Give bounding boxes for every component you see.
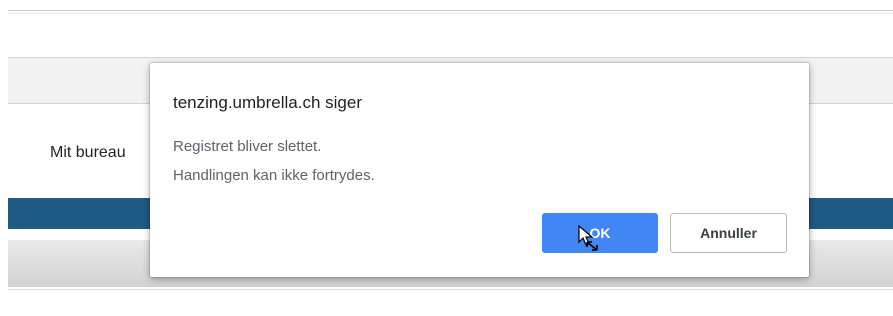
- top-divider: [8, 10, 893, 11]
- dialog-title: tenzing.umbrella.ch siger: [173, 93, 362, 112]
- confirm-dialog: tenzing.umbrella.ch siger Registret bliv…: [150, 63, 809, 277]
- bottom-divider: [8, 289, 893, 290]
- top-divider-secondary: [8, 13, 893, 14]
- dialog-message-line-1: Registret bliver slettet.: [173, 138, 322, 155]
- bureau-label: Mit bureau: [50, 144, 126, 161]
- ok-button[interactable]: OK: [542, 213, 658, 253]
- move-cursor-icon: [578, 224, 598, 251]
- cancel-button[interactable]: Annuller: [670, 213, 787, 253]
- dialog-message-line-2: Handlingen kan ikke fortrydes.: [173, 167, 375, 184]
